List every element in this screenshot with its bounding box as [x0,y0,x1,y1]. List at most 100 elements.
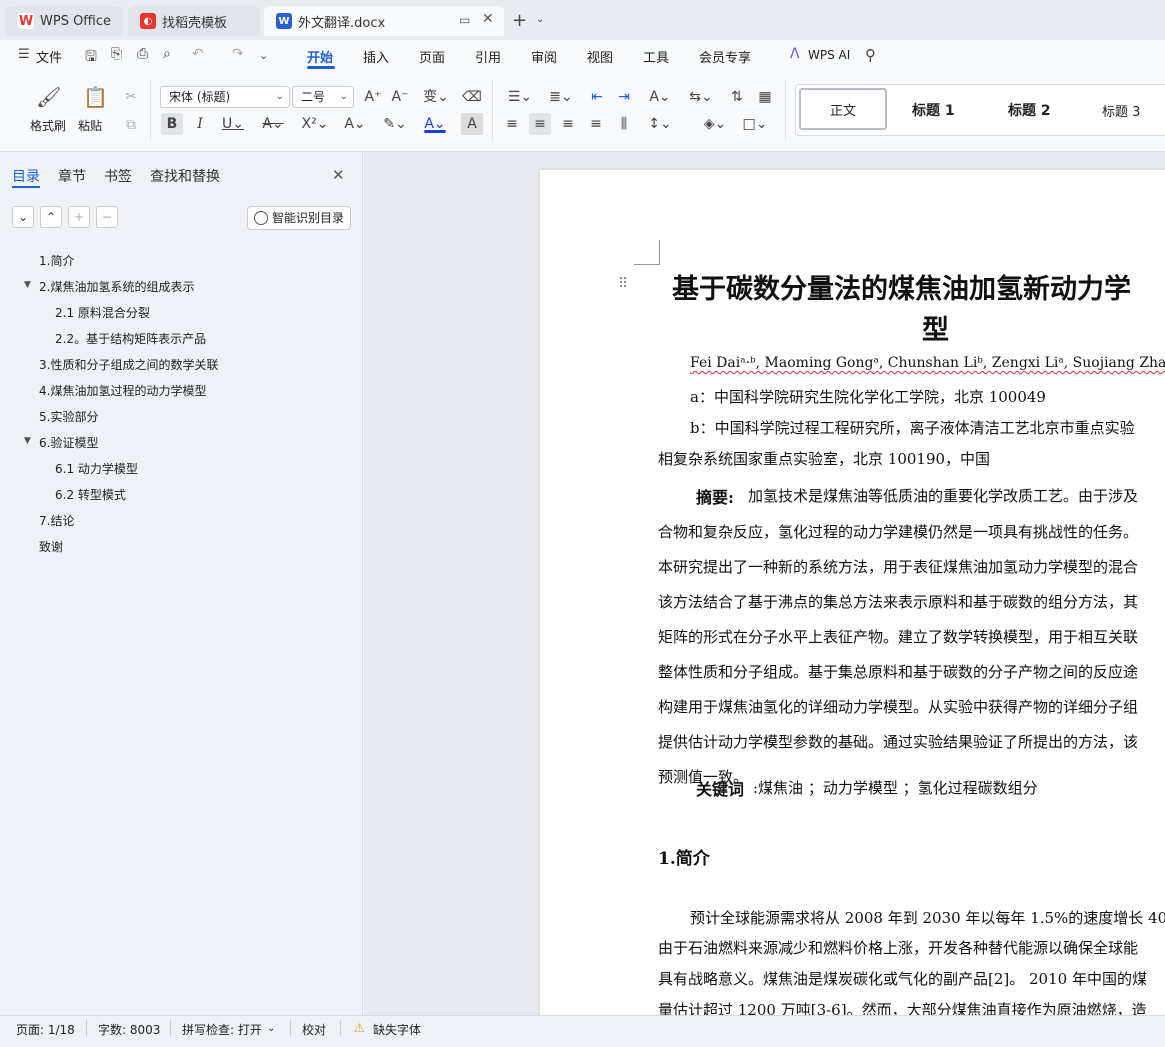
add-heading-button[interactable]: + [68,206,90,228]
expand-triangle-icon[interactable]: ▼ [24,280,31,290]
expand-button[interactable]: ⌄ [12,206,34,228]
proofread[interactable]: 校对 [302,1021,326,1038]
warning-icon: ⚠ [354,1021,365,1035]
align-left-icon[interactable]: ≡ [501,113,523,135]
strikethrough-icon[interactable]: A⌄ [258,113,288,135]
highlight-icon[interactable]: ✎⌄ [380,113,410,135]
toc-item[interactable]: 2.2。基于结构矩阵表示产品 [55,330,206,347]
style-heading-1[interactable]: 标题 1 [912,100,955,120]
toc-item[interactable]: 1.简介 [39,252,74,269]
redo-icon[interactable]: ↷ [232,46,244,62]
toc-item[interactable]: 致谢 [39,538,63,555]
toc-item[interactable]: 7.结论 [39,512,74,529]
toc-item[interactable]: 4.煤焦油加氢过程的动力学模型 [39,382,206,399]
clear-format-icon[interactable]: ⌫ [461,86,483,108]
page-indicator[interactable]: 页面: 1/18 [16,1021,75,1038]
increase-indent-icon[interactable]: ⇥ [613,86,635,108]
chevron-down-icon[interactable]: ⌄ [267,1023,275,1034]
copy-icon[interactable]: ⧉ [120,114,142,136]
format-painter-button[interactable]: 格式刷 [30,117,66,134]
tab-wps-office[interactable]: W WPS Office [6,6,122,36]
toc-item[interactable]: 2.煤焦油加氢系统的组成表示 [39,278,194,295]
phonetic-guide-icon[interactable]: 变⌄ [420,86,452,108]
close-icon[interactable]: ✕ [332,166,345,184]
spell-check[interactable]: 拼写检查: 打开 [182,1021,262,1038]
border-icon[interactable]: □⌄ [740,113,770,135]
chevron-down-icon[interactable]: ⌄ [259,49,268,62]
remove-heading-button[interactable]: − [96,206,118,228]
missing-font[interactable]: 缺失字体 [373,1021,421,1038]
font-grow-icon[interactable]: A⁺ [362,86,384,108]
toc-item[interactable]: 3.性质和分子组成之间的数学关联 [39,356,218,373]
toc-item[interactable]: 5.实验部分 [39,408,98,425]
bullet-list-icon[interactable]: ☰⌄ [505,86,535,108]
chinese-layout-icon[interactable]: A⌄ [645,86,675,108]
nav-tab-bookmarks[interactable]: 书签 [104,166,132,186]
menu-member[interactable]: 会员专享 [699,47,751,66]
toc-item[interactable]: 6.2 转型模式 [55,486,126,503]
text-effect-icon[interactable]: A⌄ [340,113,370,135]
text-direction-icon[interactable]: ⇆⌄ [686,86,716,108]
search-icon[interactable]: ⚲ [865,46,876,64]
chevron-down-icon[interactable]: ⌄ [536,14,544,25]
cut-icon[interactable]: ✂ [120,86,142,108]
font-size-select[interactable]: 二号 ⌄ [292,86,354,108]
expand-triangle-icon[interactable]: ▼ [24,436,31,446]
word-count[interactable]: 字数: 8003 [98,1021,160,1038]
menu-tools[interactable]: 工具 [643,47,669,66]
menu-view[interactable]: 视图 [587,47,613,66]
collapse-button[interactable]: ⌃ [40,206,62,228]
toc-item[interactable]: 2.1 原料混合分裂 [55,304,150,321]
paste-icon[interactable]: 📋 [83,86,108,108]
font-shrink-icon[interactable]: A⁻ [389,86,411,108]
format-painter-icon[interactable]: 🖌 [36,86,61,108]
status-separator [86,1020,87,1036]
char-shading-icon[interactable]: A [461,113,483,135]
print-icon[interactable]: ⎙ [137,46,148,62]
font-color-icon[interactable]: A⌄ [420,113,450,135]
intro-line: 具有战略意义。煤焦油是煤炭碳化或气化的副产品[2]。 2010 年中国的煤 [658,970,1147,988]
align-right-icon[interactable]: ≡ [557,113,579,135]
menu-file[interactable]: 文件 [36,47,62,66]
superscript-icon[interactable]: X²⌄ [300,113,330,135]
paste-button[interactable]: 粘贴 [78,117,102,134]
justify-icon[interactable]: ≡ [585,113,607,135]
align-center-icon[interactable]: ≡ [529,113,551,135]
nav-tab-sections[interactable]: 章节 [58,166,86,186]
nav-tab-toc[interactable]: 目录 [12,166,40,186]
style-normal[interactable]: 正文 [830,100,856,119]
menu-wps-ai[interactable]: WPS AI [808,48,850,62]
menu-start[interactable]: 开始 [307,47,333,66]
close-tab-icon[interactable]: ✕ [482,11,494,27]
style-heading-2[interactable]: 标题 2 [1008,100,1051,120]
shading-icon[interactable]: ◈⌄ [700,113,730,135]
decrease-indent-icon[interactable]: ⇤ [586,86,608,108]
sort-icon[interactable]: ⇅ [726,86,748,108]
toc-item[interactable]: 6.1 动力学模型 [55,460,138,477]
menu-page[interactable]: 页面 [419,47,445,66]
bold-icon[interactable]: B [161,113,183,135]
menu-references[interactable]: 引用 [475,47,501,66]
print-preview-icon[interactable]: ⌕ [163,46,171,62]
undo-icon[interactable]: ↶ [192,46,204,62]
numbered-list-icon[interactable]: ≣⌄ [546,86,576,108]
toc-item[interactable]: 6.验证模型 [39,434,98,451]
underline-icon[interactable]: U⌄ [218,113,248,135]
menu-review[interactable]: 审阅 [531,47,557,66]
distribute-icon[interactable]: ⫼ [613,113,635,135]
new-tab-button[interactable]: + [512,10,527,31]
font-name-select[interactable]: 宋体 (标题) ⌄ [160,86,290,108]
save-icon[interactable]: 🖫 [85,46,97,70]
menu-insert[interactable]: 插入 [363,47,389,66]
nav-tab-find-replace[interactable]: 查找和替换 [150,166,220,186]
italic-icon[interactable]: I [189,113,211,135]
status-separator [290,1020,291,1036]
export-icon[interactable]: ⎘ [111,46,122,62]
window-icon[interactable]: ▭ [459,13,470,27]
tab-templates[interactable]: ◐ 找稻壳模板 [128,6,260,36]
show-marks-icon[interactable]: ▦ [754,86,776,108]
doc-title-line1: 基于碳数分量法的煤焦油加氢新动力学 [672,274,1131,305]
style-heading-3[interactable]: 标题 3 [1102,101,1140,120]
status-separator [340,1020,341,1036]
line-spacing-icon[interactable]: ↕⌄ [645,113,675,135]
